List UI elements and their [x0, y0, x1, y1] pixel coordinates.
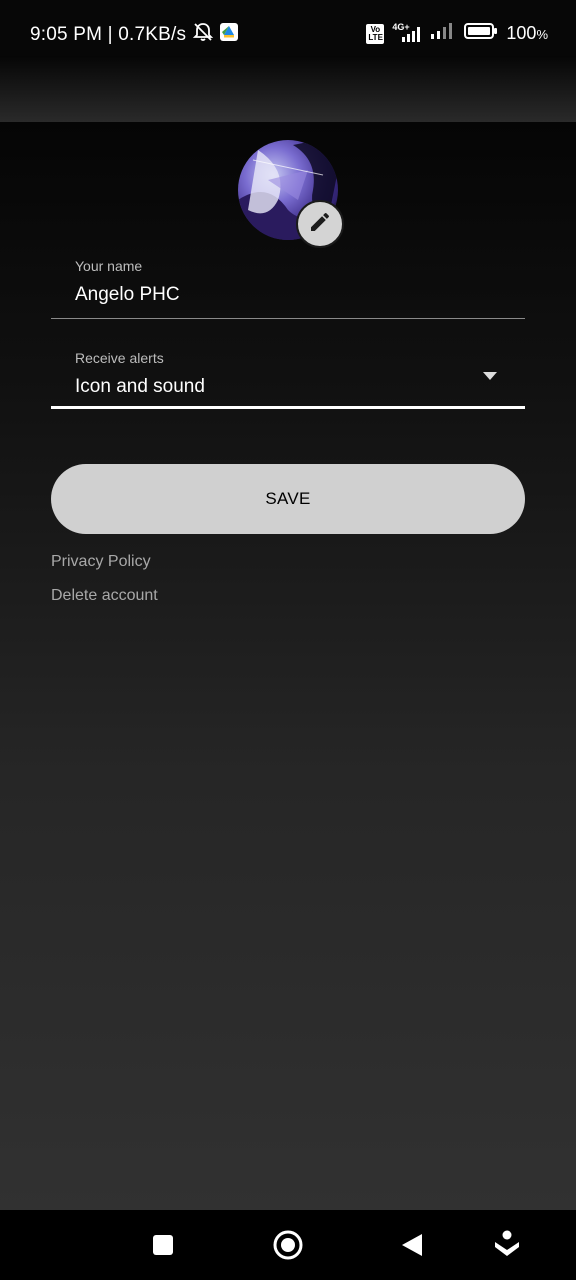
name-field-label: Your name	[75, 258, 143, 274]
save-button[interactable]: SAVE	[51, 464, 525, 534]
signal-1-icon: 4G+	[392, 22, 422, 44]
battery-percent: 100	[506, 23, 537, 43]
name-field[interactable]: Your name Angelo PHC	[51, 252, 525, 322]
status-time-speed: 9:05 PM | 0.7KB/s	[30, 24, 187, 45]
alerts-dropdown-label: Receive alerts	[75, 350, 164, 366]
avatar-container[interactable]	[238, 140, 344, 248]
home-button[interactable]	[272, 1229, 304, 1266]
alerts-selected-value: Icon and sound	[75, 376, 205, 397]
navigation-bar	[0, 1210, 576, 1280]
battery-percent-suffix: %	[536, 27, 548, 42]
circle-icon	[273, 1230, 303, 1260]
pencil-icon	[308, 210, 332, 239]
triangle-back-icon	[402, 1234, 422, 1256]
app-header	[0, 56, 576, 122]
assistant-button[interactable]	[494, 1230, 520, 1265]
name-input[interactable]: Angelo PHC	[75, 284, 180, 306]
delete-account-link[interactable]: Delete account	[51, 587, 158, 605]
signal-2-icon	[430, 22, 456, 45]
volte-icon: Vo LTE	[366, 23, 385, 44]
name-field-underline	[51, 318, 525, 319]
alerts-dropdown[interactable]: Receive alerts Icon and sound	[51, 344, 525, 410]
square-icon	[153, 1235, 173, 1255]
alerts-dropdown-underline	[51, 406, 525, 409]
profile-settings: Your name Angelo PHC Receive alerts Icon…	[0, 122, 576, 1210]
status-right: Vo LTE 4G+ 100%	[366, 22, 548, 45]
dropdown-arrow-icon	[483, 372, 497, 380]
back-button[interactable]	[400, 1232, 424, 1263]
accessibility-down-icon	[495, 1230, 519, 1256]
bell-muted-icon	[192, 22, 214, 48]
edit-avatar-button[interactable]	[296, 200, 344, 248]
recents-button[interactable]	[152, 1234, 174, 1261]
battery-icon	[464, 22, 498, 45]
battery-text: 100%	[506, 23, 548, 44]
privacy-policy-link[interactable]: Privacy Policy	[51, 553, 151, 571]
drive-icon	[220, 23, 239, 47]
status-left: 9:05 PM | 0.7KB/s	[30, 22, 239, 48]
